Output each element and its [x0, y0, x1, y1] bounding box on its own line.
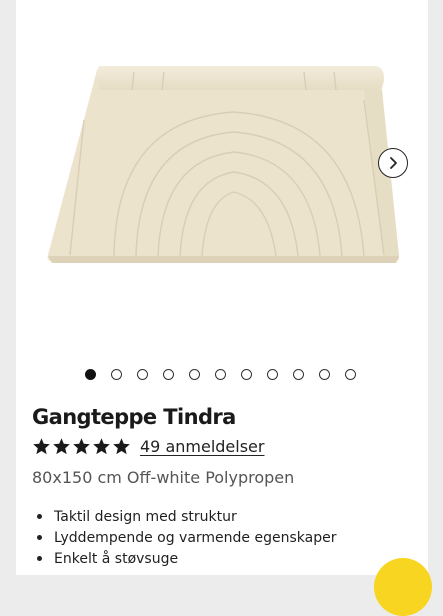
carousel-dot[interactable] — [111, 369, 122, 380]
bullet-icon — [37, 514, 42, 519]
product-variant-info: 80x150 cm Off-white Polypropen — [32, 468, 295, 487]
carousel-dot[interactable] — [345, 369, 356, 380]
star-icon — [93, 438, 110, 455]
feature-text: Taktil design med struktur — [54, 508, 237, 525]
floating-action-badge[interactable] — [374, 558, 432, 616]
chevron-right-icon — [390, 157, 397, 169]
star-icon — [113, 438, 130, 455]
carousel-dot[interactable] — [319, 369, 330, 380]
feature-item: Lyddempende og varmende egenskaper — [34, 527, 336, 548]
rating-row: 49 anmeldelser — [32, 437, 264, 456]
reviews-link[interactable]: 49 anmeldelser — [140, 437, 264, 456]
feature-item: Taktil design med struktur — [34, 506, 336, 527]
carousel-dot[interactable] — [163, 369, 174, 380]
carousel-dot[interactable] — [137, 369, 148, 380]
product-image[interactable] — [44, 60, 404, 275]
feature-list: Taktil design med struktur Lyddempende o… — [34, 506, 336, 569]
feature-item: Enkelt å støvsuge — [34, 548, 336, 569]
carousel-dot[interactable] — [215, 369, 226, 380]
star-icon — [53, 438, 70, 455]
rating-stars — [32, 437, 131, 456]
product-title: Gangteppe Tindra — [32, 405, 236, 429]
carousel-pagination — [85, 369, 356, 380]
carousel-dot[interactable] — [267, 369, 278, 380]
bullet-icon — [37, 556, 42, 561]
product-card: Gangteppe Tindra 49 anmeldelser 80x150 c… — [16, 0, 428, 575]
bullet-icon — [37, 535, 42, 540]
carousel-dot[interactable] — [293, 369, 304, 380]
next-image-button[interactable] — [378, 148, 408, 178]
carousel-dot[interactable] — [241, 369, 252, 380]
carousel-dot[interactable] — [189, 369, 200, 380]
star-icon — [73, 438, 90, 455]
carousel-dot[interactable] — [85, 369, 96, 380]
star-icon — [33, 438, 50, 455]
rug-illustration — [47, 66, 400, 263]
feature-text: Enkelt å støvsuge — [54, 550, 179, 567]
feature-text: Lyddempende og varmende egenskaper — [54, 529, 337, 546]
